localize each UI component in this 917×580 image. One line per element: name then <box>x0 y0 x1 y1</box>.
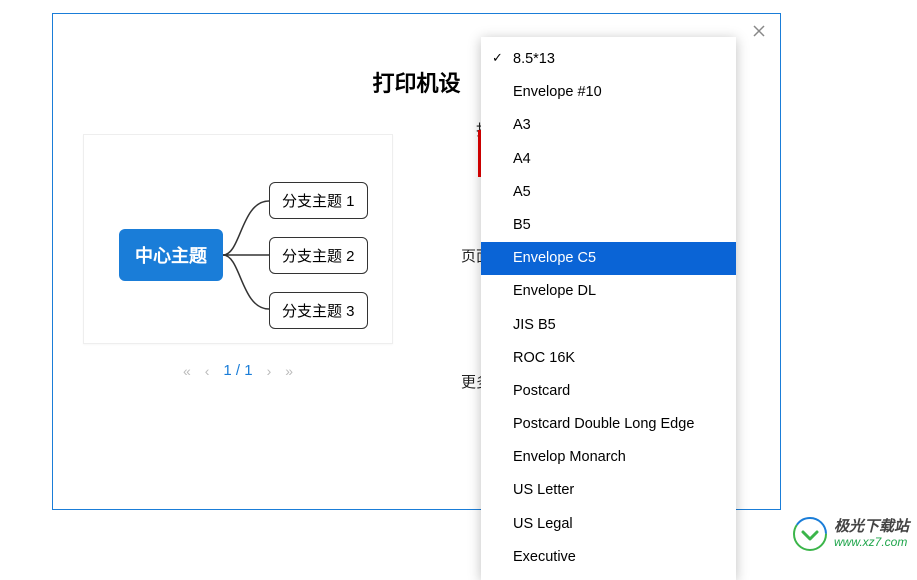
dropdown-item[interactable]: A3 <box>481 109 736 142</box>
watermark-url: www.xz7.com <box>834 536 909 549</box>
mindmap-branches: 分支主题 1 分支主题 2 分支主题 3 <box>269 182 368 329</box>
dropdown-item[interactable]: Envelop Monarch <box>481 441 736 474</box>
dropdown-item[interactable]: B5 <box>481 209 736 242</box>
page-size-dropdown[interactable]: 8.5*13Envelope #10A3A4A5B5Envelope C5Env… <box>481 37 736 580</box>
dropdown-item[interactable]: Envelope DL <box>481 275 736 308</box>
page-next-button[interactable]: › <box>267 363 272 379</box>
mindmap-connector <box>223 180 269 330</box>
mindmap-branch-node: 分支主题 3 <box>269 292 368 329</box>
dropdown-item[interactable]: Envelope #10 <box>481 76 736 109</box>
dropdown-item[interactable]: Postcard <box>481 375 736 408</box>
preview-pane: 中心主题 分支主题 1 分支主题 2 分支主题 3 « ‹ 1 / 1 <box>83 134 393 379</box>
dropdown-item[interactable]: 8.5*13 <box>481 43 736 76</box>
page-indicator: 1 / 1 <box>223 362 252 379</box>
mindmap-center-node: 中心主题 <box>119 229 223 281</box>
mindmap-branch-node: 分支主题 2 <box>269 237 368 274</box>
close-icon <box>753 25 765 37</box>
close-button[interactable] <box>750 22 768 40</box>
dropdown-item[interactable]: Postcard Double Long Edge <box>481 408 736 441</box>
watermark: 极光下载站 www.xz7.com <box>793 517 909 551</box>
page-first-button[interactable]: « <box>183 363 191 379</box>
dropdown-item[interactable]: US Letter <box>481 474 736 507</box>
dropdown-item[interactable]: US Legal <box>481 508 736 541</box>
dropdown-item[interactable]: JIS B5 <box>481 309 736 342</box>
dropdown-item[interactable]: Envelope C5 <box>481 242 736 275</box>
dropdown-item[interactable]: ROC 16K <box>481 342 736 375</box>
watermark-logo-icon <box>793 517 827 551</box>
preview-card: 中心主题 分支主题 1 分支主题 2 分支主题 3 <box>83 134 393 344</box>
dropdown-item[interactable]: A5 <box>481 176 736 209</box>
page-prev-button[interactable]: ‹ <box>205 363 210 379</box>
mindmap-preview: 中心主题 分支主题 1 分支主题 2 分支主题 3 <box>119 180 368 330</box>
watermark-name: 极光下载站 <box>834 519 909 536</box>
dropdown-item[interactable]: A4 <box>481 143 736 176</box>
page-last-button[interactable]: » <box>285 363 293 379</box>
mindmap-branch-node: 分支主题 1 <box>269 182 368 219</box>
pagination: « ‹ 1 / 1 › » <box>83 362 393 379</box>
dropdown-item[interactable]: Executive <box>481 541 736 574</box>
